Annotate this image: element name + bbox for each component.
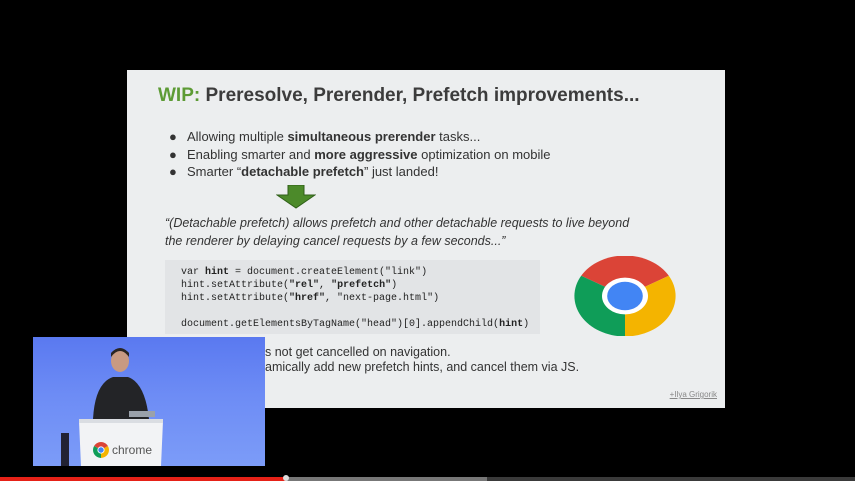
podium-label: chrome [112, 443, 153, 457]
slide-title: WIP: Preresolve, Prerender, Prefetch imp… [158, 85, 640, 107]
bullet-item: ● Smarter “detachable prefetch” just land… [169, 164, 439, 179]
bullet-dot-icon: ● [169, 129, 177, 144]
video-progress-bar[interactable] [0, 475, 855, 481]
video-player[interactable]: WIP: Preresolve, Prerender, Prefetch imp… [0, 0, 855, 481]
bullet-item: ● Allowing multiple simultaneous prerende… [169, 129, 481, 144]
podium-chrome-icon [93, 442, 109, 458]
podium-logo: chrome [93, 442, 152, 458]
chrome-logo-icon [574, 256, 676, 336]
author-credit[interactable]: +Ilya Grigorik [670, 390, 717, 399]
bullet-dot-icon: ● [169, 146, 177, 162]
bullet-list: ● Allowing multiple simultaneous prerende… [169, 128, 551, 181]
code-snippet: var hint = document.createElement("link"… [165, 260, 540, 334]
code-line: hint.setAttribute("rel", "prefetch") [181, 280, 398, 291]
quote-text: “(Detachable prefetch) allows prefetch a… [165, 216, 630, 248]
slide-title-text: Preresolve, Prerender, Prefetch improvem… [205, 85, 640, 106]
code-line: document.getElementsByTagName("head")[0]… [181, 319, 530, 330]
bullet-item: ● Enabling smarter and more aggressive op… [169, 146, 551, 162]
code-line: hint.setAttribute("href", "next-page.htm… [181, 293, 440, 304]
slide-lower-text: s not get cancelled on navigation. amica… [265, 345, 580, 374]
code-line: var hint = document.createElement("link"… [181, 267, 428, 278]
slide-title-prefix: WIP: [158, 85, 201, 106]
arrow-down-icon [276, 185, 316, 209]
progress-played [0, 477, 287, 481]
bullet-dot-icon: ● [169, 164, 177, 179]
speaker-video-inset: chrome [33, 337, 265, 466]
